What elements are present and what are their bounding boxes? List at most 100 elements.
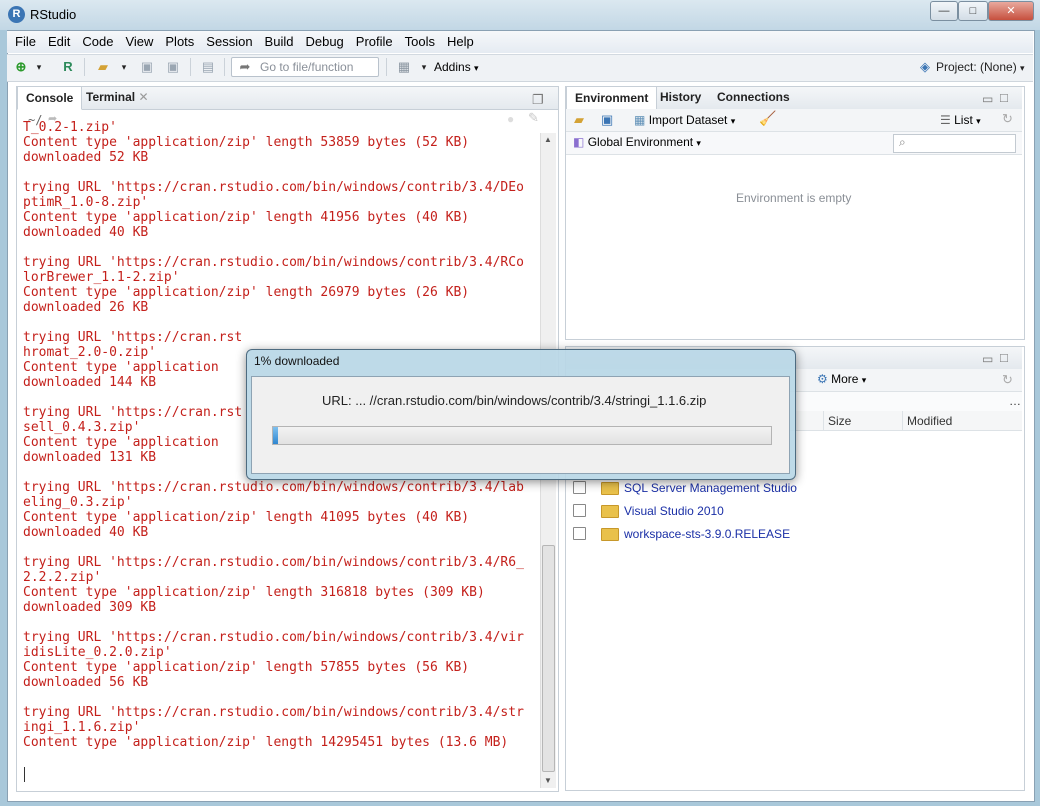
scroll-up-icon[interactable]: ▲: [544, 135, 552, 144]
maximize-button[interactable]: □: [958, 1, 988, 21]
chevron-down-icon: ▾: [1020, 63, 1025, 73]
save-icon[interactable]: ▣: [139, 59, 155, 75]
tab-history[interactable]: History: [652, 86, 709, 108]
minimize-pane-icon[interactable]: ▭: [982, 352, 993, 366]
menu-profile[interactable]: Profile: [350, 31, 399, 53]
maximize-pane-icon[interactable]: □: [1000, 350, 1008, 365]
menu-file[interactable]: File: [9, 31, 42, 53]
minimize-pane-icon[interactable]: ▭: [982, 92, 993, 106]
progress-bar: [272, 426, 772, 445]
minimize-button[interactable]: —: [930, 1, 958, 21]
close-tab-icon[interactable]: ✕: [138, 90, 148, 104]
load-workspace-icon[interactable]: ▰: [574, 112, 584, 128]
console-line: Content type 'application/zip' length 31…: [23, 585, 485, 600]
menu-debug[interactable]: Debug: [299, 31, 349, 53]
table-icon: ▦: [634, 113, 646, 127]
menu-view[interactable]: View: [119, 31, 159, 53]
more-menu-button[interactable]: ⚙ More ▾: [817, 372, 866, 386]
close-window-button[interactable]: ✕: [988, 1, 1034, 21]
file-name-link[interactable]: SQL Server Management Studio: [624, 481, 797, 495]
menu-edit[interactable]: Edit: [42, 31, 76, 53]
more-path-icon[interactable]: …: [1009, 394, 1021, 408]
toolbar-divider: [84, 58, 85, 76]
menu-build[interactable]: Build: [259, 31, 300, 53]
tab-environment[interactable]: Environment: [566, 86, 658, 110]
env-search-input[interactable]: [893, 134, 1016, 153]
scroll-down-icon[interactable]: ▼: [544, 776, 552, 785]
new-project-icon[interactable]: R: [58, 59, 78, 75]
save-workspace-icon[interactable]: ▣: [601, 112, 613, 128]
save-all-icon[interactable]: ▣: [165, 59, 181, 75]
console-line: trying URL 'https://cran.rstudio.com/bin…: [23, 255, 524, 270]
console-cursor: [24, 767, 25, 782]
console-line: Content type 'application/zip' length 41…: [23, 510, 470, 525]
toolbar-divider: [386, 58, 387, 76]
console-line: ingi_1.1.6.zip': [23, 720, 141, 735]
broom-icon[interactable]: 🧹: [759, 110, 776, 127]
menu-session[interactable]: Session: [200, 31, 258, 53]
folder-icon: [601, 505, 619, 518]
menu-items: File Edit Code View Plots Session Build Debug Pr…: [9, 31, 480, 53]
row-checkbox[interactable]: [573, 527, 586, 540]
project-menu[interactable]: Project: (None) ▾: [936, 60, 1025, 74]
console-line: trying URL 'https://cran.rstudio.com/bin…: [23, 480, 524, 495]
more-label: More: [831, 372, 859, 386]
console-line: ptimR_1.0-8.zip': [23, 195, 149, 210]
console-line: lorBrewer_1.1-2.zip': [23, 270, 180, 285]
list-view-label: List: [954, 113, 973, 127]
menu-plots[interactable]: Plots: [159, 31, 200, 53]
console-line: trying URL 'https://cran.rstudio.com/bin…: [23, 630, 524, 645]
column-size[interactable]: Size: [828, 414, 851, 428]
chevron-down-icon: ▾: [474, 63, 479, 73]
tab-terminal[interactable]: Terminal ✕: [78, 86, 157, 108]
rstudio-logo-icon: R: [8, 6, 25, 23]
row-checkbox[interactable]: [573, 481, 586, 494]
console-line: trying URL 'https://cran.rstudio.com/bin…: [23, 705, 524, 720]
console-line: trying URL 'https://cran.rstudio.com/bin…: [23, 555, 524, 570]
title-bar: [0, 0, 1040, 30]
column-divider: [902, 411, 903, 430]
global-env-selector[interactable]: ◧ Global Environment ▾: [573, 135, 701, 149]
addins-label: Addins: [434, 60, 471, 74]
tab-console[interactable]: Console: [17, 86, 83, 110]
list-view-button[interactable]: ☰ List ▾: [940, 113, 981, 127]
menu-tools[interactable]: Tools: [399, 31, 441, 53]
console-line: Content type 'application/zip' length 26…: [23, 285, 470, 300]
row-checkbox[interactable]: [573, 504, 586, 517]
toolbar-divider: [190, 58, 191, 76]
grid-layout-icon[interactable]: ▦: [396, 59, 412, 75]
open-folder-icon[interactable]: ▰: [93, 59, 113, 75]
chevron-down-icon[interactable]: ▾: [416, 59, 432, 75]
column-modified[interactable]: Modified: [907, 414, 952, 428]
new-file-icon[interactable]: ⊕: [13, 59, 29, 75]
chevron-down-icon[interactable]: ▾: [116, 59, 132, 75]
maximize-pane-icon[interactable]: □: [1000, 90, 1008, 105]
chevron-down-icon: ▾: [730, 116, 736, 126]
scrollbar-thumb[interactable]: [542, 545, 555, 772]
goto-arrow-icon: ➦: [239, 59, 251, 74]
tab-connections[interactable]: Connections: [709, 86, 798, 108]
chevron-down-icon: ▾: [976, 116, 981, 126]
addins-menu[interactable]: Addins ▾: [434, 60, 479, 74]
gear-icon: ⚙: [817, 372, 828, 386]
import-dataset-button[interactable]: ▦ Import Dataset ▾: [634, 113, 735, 127]
refresh-icon[interactable]: ↻: [1002, 111, 1013, 127]
console-line: trying URL 'https://cran.rstudio.com/bin…: [23, 180, 524, 195]
chevron-down-icon[interactable]: ▾: [31, 59, 47, 75]
file-name-link[interactable]: workspace-sts-3.9.0.RELEASE: [624, 527, 790, 541]
menu-code[interactable]: Code: [76, 31, 119, 53]
file-name-link[interactable]: Visual Studio 2010: [624, 504, 724, 518]
console-line: downloaded 52 KB: [23, 150, 149, 165]
print-icon[interactable]: ▤: [200, 59, 216, 75]
console-line: downloaded 309 KB: [23, 600, 157, 615]
console-line: Content type 'application/zip' length 53…: [23, 135, 470, 150]
console-line: downloaded 56 KB: [23, 675, 149, 690]
console-line: Content type 'application/zip' length 57…: [23, 660, 470, 675]
refresh-icon[interactable]: ↻: [1002, 372, 1013, 388]
restore-pane-icon[interactable]: ❐: [532, 92, 544, 108]
menu-help[interactable]: Help: [441, 31, 480, 53]
